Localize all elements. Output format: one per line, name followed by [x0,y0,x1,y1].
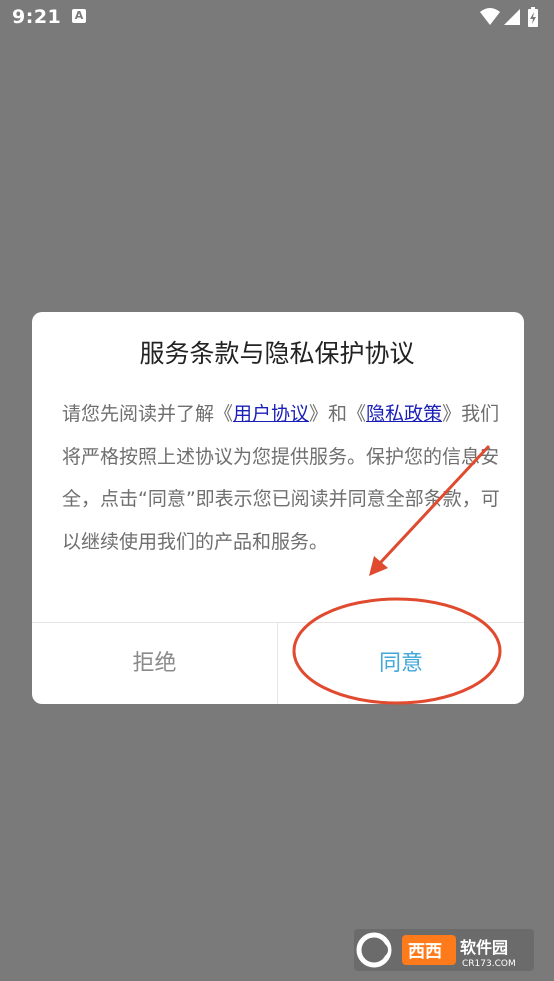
agree-button[interactable]: 同意 [278,623,524,704]
watermark-logo-text-1: 西西 [408,942,442,962]
body-text-1: 请您先阅读并了解《 [62,403,234,425]
privacy-policy-link-part-1[interactable]: 隐私政 [366,403,423,425]
watermark-logo-text-2: 软件园 [460,938,508,957]
status-bar: 9:21 A [0,0,554,34]
status-time: 9:21 [12,6,62,28]
battery-charging-icon [528,7,538,27]
a-icon: A [72,9,86,23]
watermark-logo: 西西 软件园 CR173.COM [354,929,534,971]
body-text-2: 》和《 [309,403,367,425]
body-text-3: 》我们将严格按照上述协议为您提供服务。保护您的信息安全，点击“同意”即表示您已阅… [62,403,500,553]
dialog-title: 服务条款与隐私保护协议 [139,339,415,368]
refuse-button[interactable]: 拒绝 [32,623,277,704]
user-agreement-link[interactable]: 用户协议 [233,403,309,425]
watermark-url: CR173.COM [462,959,516,969]
dialog-body: 请您先阅读并了解《用户协议》和《隐私政策》我们将严格按照上述协议为您提供服务。保… [62,393,502,563]
signal-icon [504,9,520,25]
privacy-policy-link[interactable]: 隐私政策 [366,403,442,425]
privacy-policy-link-part-2[interactable]: 策 [423,403,442,425]
status-icons [480,7,538,27]
wifi-icon [480,8,500,25]
